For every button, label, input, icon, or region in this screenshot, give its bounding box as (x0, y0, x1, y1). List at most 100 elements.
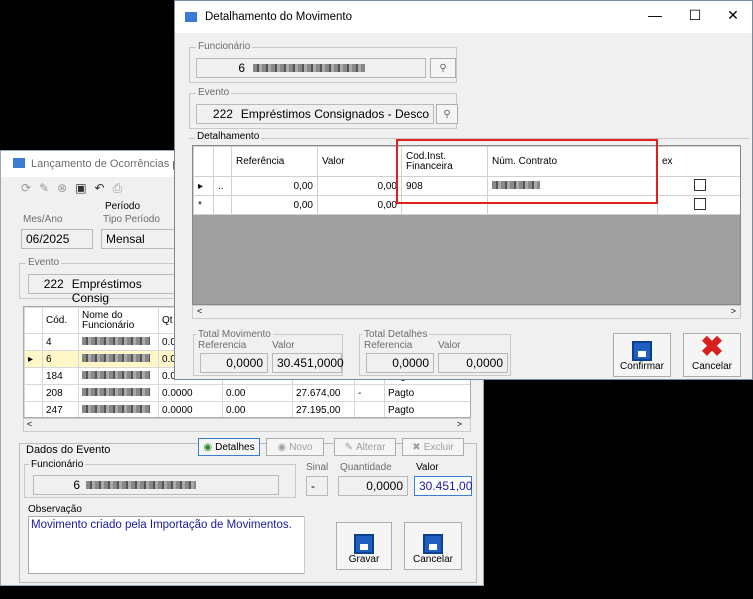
funcionario-search-button[interactable]: ⚲ (430, 58, 456, 78)
nome-redacted (82, 370, 150, 379)
undo-icon[interactable]: ↶ (95, 181, 105, 199)
td-valor-field[interactable]: 0,0000 (438, 353, 508, 373)
mes-ano-label: Mes/Ano (23, 214, 63, 225)
scroll-right-icon[interactable]: > (457, 419, 462, 429)
table-row[interactable]: 208 0.0000 0.00 27.674,00- Pagto (24, 384, 470, 402)
cell-nome[interactable] (78, 350, 159, 368)
detail-funcionario-field[interactable]: 6 (196, 58, 426, 78)
cell-valor[interactable]: 0,00 (317, 176, 402, 196)
cancelar-button[interactable]: ✖ Cancelar (683, 333, 741, 377)
row-marker[interactable] (24, 384, 43, 402)
row-marker[interactable] (24, 333, 43, 351)
valor-field[interactable]: 30.451,00 (414, 476, 472, 496)
detail-evento-group: Evento 222 Empréstimos Consignados - Des… (189, 87, 458, 129)
cell-sinal[interactable]: - (354, 384, 385, 402)
confirmar-button[interactable]: Confirmar (613, 333, 671, 377)
cell-cod[interactable]: 6 (42, 350, 79, 368)
highlight-box (396, 139, 658, 204)
quantidade-field[interactable]: 0,0000 (338, 476, 408, 496)
cell-qt[interactable]: 0.0000 (158, 384, 223, 402)
print-icon[interactable]: ⎙ (113, 181, 123, 199)
cell-sinal[interactable] (354, 401, 385, 417)
funcionario-field[interactable]: 6 (33, 475, 279, 495)
tipo-periodo-field[interactable]: Mensal (101, 229, 177, 249)
tipo-periodo-label: Tipo Período (103, 214, 160, 225)
cancel-disk-icon (423, 534, 443, 554)
cell-nome[interactable] (78, 333, 159, 351)
cell-nome[interactable] (78, 384, 159, 402)
save-icon[interactable]: ▣ (75, 181, 86, 199)
td-valor-label: Valor (438, 340, 461, 351)
scroll-right-icon[interactable]: > (731, 306, 736, 316)
nome-redacted (82, 404, 150, 413)
maximize-icon[interactable]: ☐ (675, 7, 715, 27)
scroll-left-icon[interactable]: < (27, 419, 32, 429)
row-marker[interactable]: ▸ (24, 350, 43, 368)
cell-status[interactable]: Pagto (384, 401, 470, 417)
mes-ano-field[interactable]: 06/2025 (21, 229, 93, 249)
detail-evento-code: 222 (212, 107, 233, 121)
evento-field[interactable]: 222 Empréstimos Consig (28, 274, 183, 305)
cell-ex[interactable] (657, 176, 740, 196)
excluir-icon: ✖ (412, 441, 421, 453)
row-header (24, 307, 43, 334)
gravar-button[interactable]: Gravar (336, 522, 392, 570)
observacao-textarea[interactable]: Movimento criado pela Importação de Movi… (28, 516, 320, 574)
cell-nome[interactable] (78, 367, 159, 385)
cell-v2[interactable]: 27.674,00 (292, 384, 355, 402)
alterar-button[interactable]: ✎ Alterar (334, 438, 396, 456)
ex-checkbox[interactable] (693, 197, 706, 210)
grid-h-scrollbar[interactable]: < > (23, 418, 471, 432)
detail-evento-name: Empréstimos Consignados - Desco (240, 107, 429, 121)
cancel-icon[interactable]: ⊗ (57, 181, 67, 199)
excluir-button[interactable]: ✖ Excluir (402, 438, 464, 456)
cell-nome[interactable] (78, 401, 159, 417)
detail-evento-field[interactable]: 222 Empréstimos Consignados - Desco (196, 104, 434, 124)
cell-cod[interactable]: 184 (42, 367, 79, 385)
cell-cod[interactable]: 4 (42, 333, 79, 351)
back-cancelar-button[interactable]: Cancelar (404, 522, 462, 570)
row-marker[interactable] (24, 401, 43, 417)
table-row[interactable]: 247 0.0000 0.00 27.195,00 Pagto (24, 401, 470, 417)
detail-window-title: Detalhamento do Movimento (205, 11, 353, 23)
col-ex: ex (657, 146, 740, 177)
sinal-field[interactable]: - (306, 476, 328, 496)
cell-status[interactable]: Pagto (384, 384, 470, 402)
cell-cod[interactable]: 247 (42, 401, 79, 417)
minimize-icon[interactable]: — (635, 7, 675, 27)
ex-checkbox[interactable] (693, 178, 706, 191)
close-icon[interactable]: ✕ (713, 7, 753, 27)
tm-referencia-field[interactable]: 0,0000 (200, 353, 268, 373)
tm-valor-field[interactable]: 30.451,0000 (272, 353, 344, 373)
search-binoculars-icon: ⚲ (443, 108, 451, 120)
evento-label: Evento (26, 257, 62, 268)
total-movimento-group: Total Movimento Referencia Valor 0,0000 … (193, 329, 344, 376)
detail-title-bar: Detalhamento do Movimento — ☐ ✕ (175, 1, 752, 33)
scroll-left-icon[interactable]: < (197, 306, 202, 316)
observacao-scrollbar[interactable] (304, 516, 320, 574)
cell-referencia[interactable]: 0,00 (231, 176, 318, 196)
evento-code: 222 (43, 277, 64, 291)
dados-evento-label: Dados do Evento (26, 444, 111, 456)
evento-search-button[interactable]: ⚲ (436, 104, 458, 124)
td-referencia-field[interactable]: 0,0000 (366, 353, 434, 373)
cell-cod[interactable]: 208 (42, 384, 79, 402)
cell-qt[interactable]: 0.0000 (158, 401, 223, 417)
funcionario-code: 6 (73, 478, 80, 492)
edit-icon[interactable]: ✎ (39, 181, 49, 199)
detalhes-button[interactable]: ◉ Detalhes (198, 438, 260, 456)
detail-h-scrollbar[interactable]: < > (192, 305, 741, 319)
cell-v2[interactable]: 27.195,00 (292, 401, 355, 417)
row-marker[interactable] (24, 367, 43, 385)
nome-redacted (82, 353, 150, 362)
app-icon (185, 12, 197, 22)
cell-v1[interactable]: 0.00 (222, 401, 293, 417)
refresh-icon[interactable]: ⟳ (21, 181, 31, 199)
cell-v1[interactable]: 0.00 (222, 384, 293, 402)
red-x-icon: ✖ (700, 331, 724, 362)
cell-referencia[interactable]: 0,00 (231, 195, 318, 215)
cell-ex[interactable] (657, 195, 740, 215)
funcionario-name-redacted (86, 481, 196, 489)
novo-button[interactable]: ◉ Novo (266, 438, 324, 456)
cell-valor[interactable]: 0,00 (317, 195, 402, 215)
